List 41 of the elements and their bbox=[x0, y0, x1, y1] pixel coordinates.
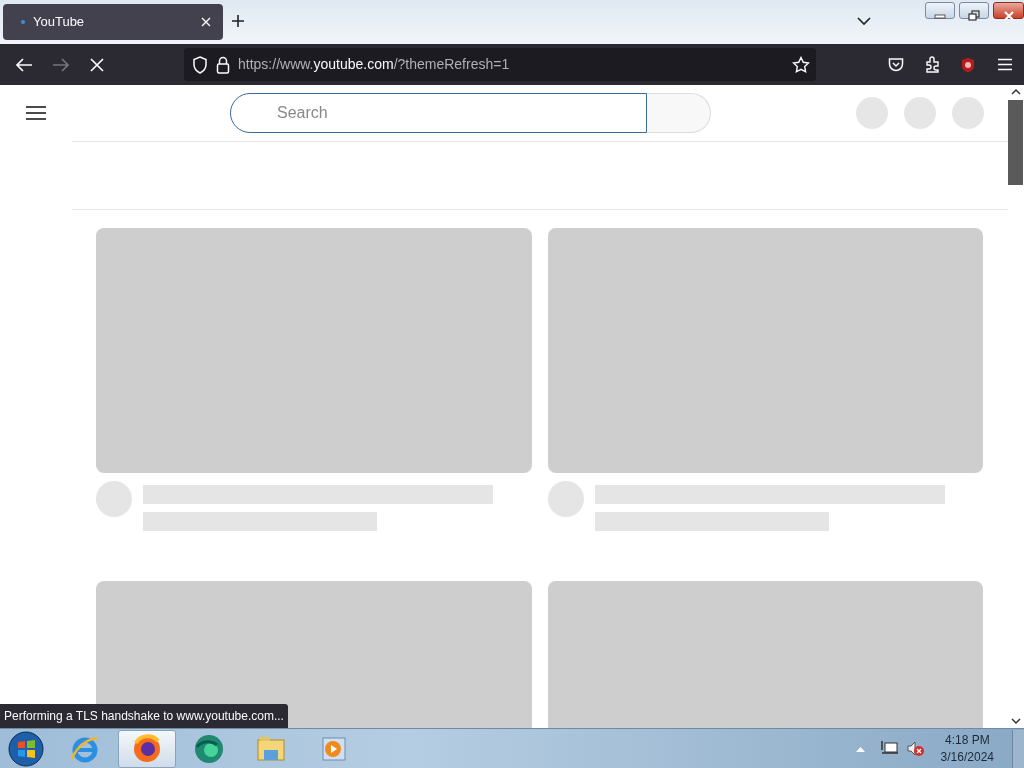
close-icon bbox=[1002, 10, 1015, 21]
network-icon[interactable] bbox=[880, 740, 899, 757]
puzzle-icon[interactable] bbox=[925, 56, 941, 73]
skeleton-circle bbox=[548, 481, 584, 517]
close-tab-icon[interactable] bbox=[201, 17, 211, 27]
clock-date: 3/16/2024 bbox=[940, 748, 994, 766]
pocket-icon[interactable] bbox=[888, 57, 904, 72]
scroll-down-icon[interactable] bbox=[1011, 718, 1021, 725]
swirl-icon bbox=[193, 732, 225, 765]
tab-list-button[interactable] bbox=[857, 16, 871, 26]
fox-globe-icon bbox=[131, 732, 163, 765]
shield-icon bbox=[192, 55, 208, 74]
browser-tab[interactable]: YouTube bbox=[3, 4, 223, 40]
skeleton-circle bbox=[904, 97, 936, 129]
bookmark-star-icon[interactable] bbox=[792, 55, 810, 74]
loading-dot-icon bbox=[21, 20, 25, 24]
back-button[interactable] bbox=[15, 56, 33, 73]
new-tab-button[interactable] bbox=[231, 14, 245, 28]
shield-badge-icon[interactable] bbox=[960, 56, 976, 73]
start-button[interactable] bbox=[6, 729, 46, 768]
skeleton-circle bbox=[856, 97, 888, 129]
address-bar[interactable]: https://www.youtube.com/?themeRefresh=1 bbox=[184, 48, 816, 81]
lock-icon bbox=[216, 55, 230, 74]
url-text: https://www.youtube.com/?themeRefresh=1 bbox=[238, 55, 510, 74]
skeleton-circle bbox=[952, 97, 984, 129]
close-button[interactable] bbox=[993, 2, 1024, 19]
scroll-thumb[interactable] bbox=[1008, 100, 1023, 185]
status-text: Performing a TLS handshake to www.youtube.com... bbox=[0, 704, 288, 728]
minimize-icon bbox=[934, 12, 946, 19]
muted-speaker-icon[interactable] bbox=[906, 740, 925, 757]
search-field[interactable]: Search bbox=[230, 93, 647, 133]
skeleton-circle bbox=[96, 481, 132, 517]
taskbar-button[interactable] bbox=[118, 729, 176, 768]
restore-icon bbox=[968, 10, 980, 22]
forward-button[interactable] bbox=[52, 56, 70, 73]
scroll-up-icon[interactable] bbox=[1011, 88, 1021, 95]
clock-time: 4:18 PM bbox=[943, 731, 991, 749]
stop-icon[interactable] bbox=[90, 57, 104, 72]
minimize-button[interactable] bbox=[925, 2, 955, 19]
menu-icon[interactable] bbox=[26, 105, 46, 121]
restore-button[interactable] bbox=[959, 2, 989, 19]
